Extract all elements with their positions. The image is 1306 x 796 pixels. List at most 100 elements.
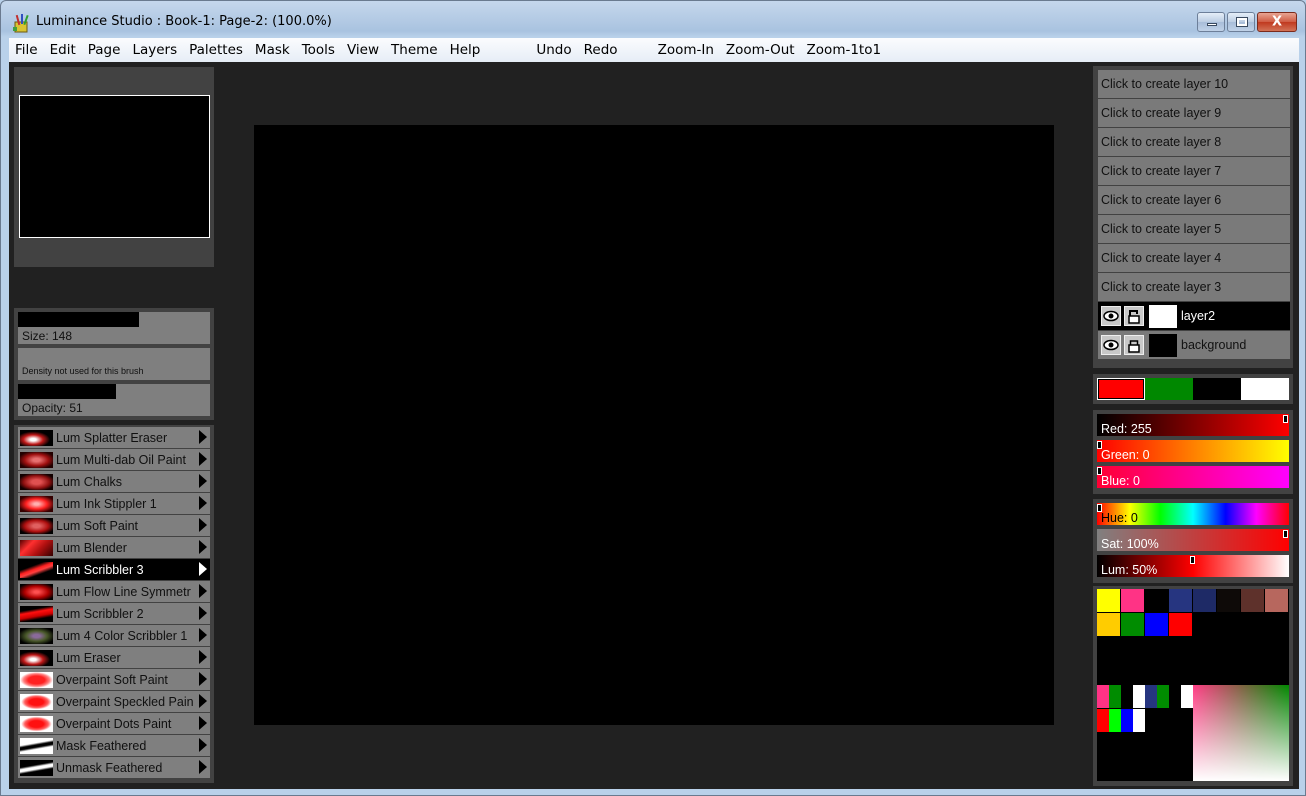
color-swatch[interactable] — [1145, 378, 1193, 400]
saturation-slider-handle[interactable] — [1283, 530, 1288, 538]
luminance-slider[interactable]: Lum: 50% — [1097, 555, 1289, 577]
recent-color-swatch[interactable] — [1181, 685, 1193, 708]
color-swatch[interactable] — [1193, 378, 1241, 400]
title-bar[interactable]: Luminance Studio : Book-1: Page-2: (100.… — [1, 1, 1305, 37]
brush-options-arrow-icon[interactable] — [199, 540, 207, 554]
layer-row[interactable]: layer2 — [1098, 302, 1290, 330]
brush-item[interactable]: Mask Feathered — [18, 735, 210, 756]
palette-swatch[interactable] — [1145, 613, 1168, 636]
visibility-eye-icon[interactable] — [1101, 335, 1121, 355]
zoom-1to1-button[interactable]: Zoom-1to1 — [801, 42, 888, 58]
brush-item[interactable]: Overpaint Dots Paint — [18, 713, 210, 734]
create-layer-slot[interactable]: Click to create layer 3 — [1098, 273, 1290, 301]
palette-swatch[interactable] — [1097, 613, 1120, 636]
brush-item[interactable]: Lum Scribbler 3 — [18, 559, 210, 580]
layer-row[interactable]: background — [1098, 331, 1290, 359]
palette-swatch[interactable] — [1265, 589, 1288, 612]
color-picker-gradient[interactable] — [1193, 685, 1289, 781]
menu-file[interactable]: File — [9, 42, 44, 58]
brush-options-arrow-icon[interactable] — [199, 562, 207, 576]
recent-color-swatch[interactable] — [1121, 709, 1133, 732]
red-slider[interactable]: Red: 255 — [1097, 414, 1289, 436]
brush-options-arrow-icon[interactable] — [199, 694, 207, 708]
blue-slider[interactable]: Blue: 0 — [1097, 466, 1289, 488]
minimize-button[interactable] — [1197, 12, 1225, 32]
brush-item[interactable]: Lum Chalks — [18, 471, 210, 492]
create-layer-slot[interactable]: Click to create layer 5 — [1098, 215, 1290, 243]
recent-color-swatch[interactable] — [1109, 709, 1121, 732]
menu-page[interactable]: Page — [82, 42, 127, 58]
size-slider[interactable]: Size: 148 — [18, 312, 210, 344]
recent-color-swatch[interactable] — [1109, 685, 1121, 708]
density-slider[interactable]: Density not used for this brush — [18, 348, 210, 380]
palette-swatch[interactable] — [1121, 589, 1144, 612]
zoom-out-button[interactable]: Zoom-Out — [720, 42, 801, 58]
brush-item[interactable]: Unmask Feathered — [18, 757, 210, 778]
saturation-slider[interactable]: Sat: 100% — [1097, 529, 1289, 551]
brush-options-arrow-icon[interactable] — [199, 474, 207, 488]
visibility-eye-icon[interactable] — [1101, 306, 1121, 326]
brush-options-arrow-icon[interactable] — [199, 606, 207, 620]
brush-item[interactable]: Overpaint Soft Paint — [18, 669, 210, 690]
menu-palettes[interactable]: Palettes — [183, 42, 249, 58]
recent-color-swatch[interactable] — [1133, 685, 1145, 708]
menu-tools[interactable]: Tools — [296, 42, 341, 58]
color-swatch[interactable] — [1241, 378, 1289, 400]
menu-view[interactable]: View — [341, 42, 385, 58]
brush-options-arrow-icon[interactable] — [199, 672, 207, 686]
red-slider-handle[interactable] — [1283, 415, 1288, 423]
brush-item[interactable]: Lum Multi-dab Oil Paint — [18, 449, 210, 470]
recent-color-swatch[interactable] — [1157, 685, 1169, 708]
luminance-slider-handle[interactable] — [1190, 556, 1195, 564]
lock-open-icon[interactable] — [1124, 306, 1144, 326]
undo-button[interactable]: Undo — [530, 42, 577, 58]
brush-options-arrow-icon[interactable] — [199, 738, 207, 752]
brush-options-arrow-icon[interactable] — [199, 716, 207, 730]
active-color-swatch[interactable] — [1097, 378, 1145, 400]
brush-item[interactable]: Lum Flow Line Symmetr — [18, 581, 210, 602]
menu-mask[interactable]: Mask — [249, 42, 296, 58]
create-layer-slot[interactable]: Click to create layer 6 — [1098, 186, 1290, 214]
palette-swatch[interactable] — [1217, 589, 1240, 612]
lock-closed-icon[interactable] — [1124, 335, 1144, 355]
green-slider[interactable]: Green: 0 — [1097, 440, 1289, 462]
recent-color-swatch[interactable] — [1097, 685, 1109, 708]
recent-color-swatch[interactable] — [1097, 709, 1109, 732]
zoom-in-button[interactable]: Zoom-In — [652, 42, 720, 58]
hue-slider[interactable]: Hue: 0 — [1097, 503, 1289, 525]
brush-item[interactable]: Lum Scribbler 2 — [18, 603, 210, 624]
brush-options-arrow-icon[interactable] — [199, 584, 207, 598]
brush-options-arrow-icon[interactable] — [199, 628, 207, 642]
navigator-preview[interactable] — [19, 95, 210, 238]
drawing-canvas[interactable] — [254, 125, 1054, 725]
palette-swatch[interactable] — [1169, 613, 1192, 636]
create-layer-slot[interactable]: Click to create layer 10 — [1098, 70, 1290, 98]
menu-edit[interactable]: Edit — [44, 42, 82, 58]
brush-item[interactable]: Lum Blender — [18, 537, 210, 558]
palette-swatch[interactable] — [1097, 589, 1120, 612]
brush-item[interactable]: Lum Ink Stippler 1 — [18, 493, 210, 514]
maximize-button[interactable] — [1227, 12, 1255, 32]
brush-item[interactable]: Lum 4 Color Scribbler 1 — [18, 625, 210, 646]
palette-swatch[interactable] — [1145, 589, 1168, 612]
recent-color-swatch[interactable] — [1133, 709, 1145, 732]
palette-swatch[interactable] — [1193, 589, 1216, 612]
brush-item[interactable]: Lum Eraser — [18, 647, 210, 668]
recent-color-swatch[interactable] — [1145, 685, 1157, 708]
palette-swatch[interactable] — [1241, 589, 1264, 612]
brush-item[interactable]: Overpaint Speckled Pain — [18, 691, 210, 712]
recent-color-swatch[interactable] — [1121, 685, 1133, 708]
brush-item[interactable]: Lum Soft Paint — [18, 515, 210, 536]
brush-item[interactable]: Lum Splatter Eraser — [18, 427, 210, 448]
close-button[interactable]: X — [1257, 12, 1297, 32]
create-layer-slot[interactable]: Click to create layer 7 — [1098, 157, 1290, 185]
brush-options-arrow-icon[interactable] — [199, 518, 207, 532]
brush-options-arrow-icon[interactable] — [199, 496, 207, 510]
palette-swatch[interactable] — [1121, 613, 1144, 636]
menu-layers[interactable]: Layers — [126, 42, 183, 58]
opacity-slider[interactable]: Opacity: 51 — [18, 384, 210, 416]
brush-options-arrow-icon[interactable] — [199, 760, 207, 774]
create-layer-slot[interactable]: Click to create layer 9 — [1098, 99, 1290, 127]
brush-options-arrow-icon[interactable] — [199, 452, 207, 466]
create-layer-slot[interactable]: Click to create layer 4 — [1098, 244, 1290, 272]
